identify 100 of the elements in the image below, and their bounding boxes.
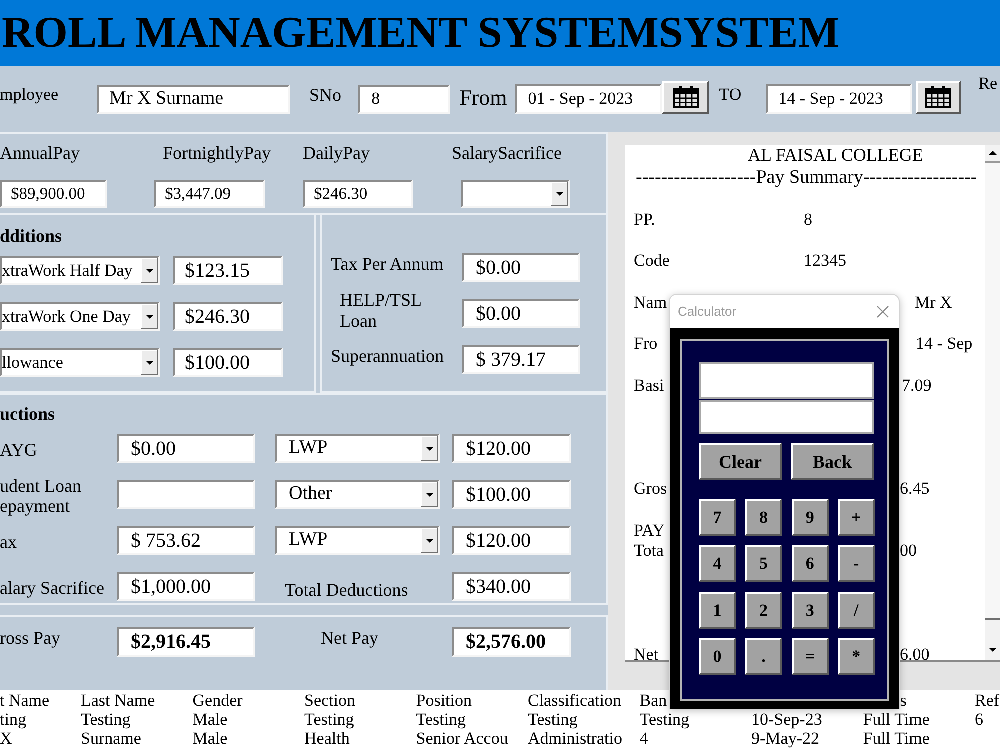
total-field[interactable]: $2,576.00 — [452, 627, 571, 657]
display-field[interactable] — [699, 400, 874, 434]
date-field[interactable]: 01 - Sep - 2023 — [515, 84, 662, 114]
summary-value: 00 — [900, 541, 917, 562]
table-cell: Full Time — [863, 729, 930, 748]
summary-label: PP. — [634, 210, 656, 230]
calendar-button[interactable] — [916, 80, 961, 114]
summary-label: Nam — [634, 292, 668, 312]
summary-label: Code — [634, 251, 670, 270]
dropdown-button[interactable] — [141, 258, 158, 283]
dropdown[interactable]: LWP — [275, 526, 440, 555]
table-cell: Testing — [528, 710, 578, 729]
calculator-key[interactable]: 0 — [699, 638, 736, 675]
calculator-key[interactable]: 1 — [699, 592, 736, 629]
calculator-key[interactable]: / — [838, 592, 875, 629]
dropdown[interactable]: xtraWork One Day — [0, 302, 160, 331]
summary-label: Fro — [634, 334, 658, 354]
section-title: uctions — [0, 404, 56, 424]
table-cell: Male — [192, 729, 228, 748]
caret-down-icon — [426, 446, 434, 450]
caret-down-icon — [146, 268, 154, 272]
amount-field[interactable]: $0.00 — [117, 434, 255, 463]
amount-field[interactable]: $100.00 — [452, 480, 571, 509]
summary-value: Mr X — [915, 292, 952, 314]
table-cell: 4 — [640, 729, 648, 748]
calendar-icon — [672, 86, 699, 108]
dropdown-button[interactable] — [421, 482, 438, 507]
amount-field[interactable]: $ 379.17 — [462, 345, 580, 374]
calculator-key[interactable]: 9 — [792, 499, 829, 536]
column-header: t Name — [0, 691, 50, 710]
field-label: alary Sacrifice — [0, 578, 104, 598]
calculator-key[interactable]: 6 — [792, 545, 829, 582]
summary-value: 6.45 — [900, 479, 930, 500]
text-field[interactable]: $3,447.09 — [154, 180, 265, 208]
amount-field[interactable]: $ 753.62 — [117, 526, 255, 555]
amount-field[interactable]: $123.15 — [173, 256, 283, 285]
calculator-key[interactable]: 5 — [745, 545, 782, 582]
calculator-key[interactable]: 7 — [699, 499, 736, 536]
dropdown[interactable]: xtraWork Half Day — [0, 256, 160, 285]
section-title: dditions — [0, 226, 62, 246]
caret-down-icon — [146, 360, 154, 364]
text-field[interactable]: Mr X Surname — [96, 84, 290, 114]
amount-field[interactable]: $120.00 — [452, 434, 571, 463]
amount-field[interactable]: $120.00 — [452, 526, 571, 555]
amount-field[interactable]: $100.00 — [173, 348, 283, 377]
calculator-action-button[interactable]: Clear — [699, 443, 782, 480]
field-label: TO — [719, 84, 742, 106]
caret-down-icon — [426, 492, 434, 496]
total-field[interactable]: $2,916.45 — [117, 627, 255, 657]
table-cell: Testing — [81, 710, 131, 729]
summary-label: Net — [634, 644, 659, 664]
calculator-key[interactable]: 3 — [792, 592, 829, 629]
dropdown[interactable]: llowance — [0, 348, 160, 377]
dropdown-button[interactable] — [421, 528, 438, 553]
field-label: ross Pay — [0, 626, 61, 650]
field-label: AYG — [0, 440, 38, 460]
calculator-key[interactable]: 2 — [745, 592, 782, 629]
calendar-button[interactable] — [662, 80, 710, 114]
column-header: Ref — [975, 691, 1000, 710]
field-label: Total Deductions — [285, 580, 408, 600]
table-cell: Testing — [416, 710, 466, 729]
calculator-key[interactable]: 8 — [745, 499, 782, 536]
summary-value: 12345 — [804, 251, 846, 272]
amount-field[interactable]: $1,000.00 — [117, 572, 255, 601]
field-label: Net Pay — [321, 626, 378, 650]
display-field[interactable] — [699, 362, 874, 399]
text-field[interactable]: 8 — [358, 84, 450, 114]
table-cell: 9-May-22 — [752, 729, 820, 748]
dropdown-button[interactable] — [551, 182, 568, 206]
calculator-key[interactable]: = — [792, 638, 829, 675]
text-field[interactable]: $89,900.00 — [0, 180, 107, 208]
calculator-action-button[interactable]: Back — [791, 443, 874, 480]
amount-field[interactable]: $0.00 — [462, 299, 580, 328]
column-header: Classification — [528, 691, 622, 710]
calculator-key[interactable]: . — [745, 638, 782, 675]
dropdown-button[interactable] — [141, 350, 158, 375]
amount-field[interactable]: $0.00 — [462, 253, 580, 282]
calculator-key[interactable]: + — [838, 499, 875, 536]
calculator-key[interactable]: - — [838, 545, 875, 582]
calculator-key[interactable]: * — [838, 638, 875, 675]
calculator-key[interactable]: 4 — [699, 545, 736, 582]
table-cell: Administratio — [528, 729, 622, 748]
caret-down-icon — [146, 314, 154, 318]
date-field[interactable]: 14 - Sep - 2023 — [766, 84, 912, 114]
text-field[interactable]: $246.30 — [303, 180, 413, 208]
table-cell: Health — [304, 729, 350, 748]
summary-label: Basi — [634, 376, 664, 395]
dropdown-button[interactable] — [141, 304, 158, 329]
dropdown-button[interactable] — [421, 436, 438, 461]
dropdown[interactable]: Other — [275, 480, 440, 509]
table-cell: Testing — [304, 710, 354, 729]
dropdown[interactable]: LWP — [275, 434, 440, 463]
amount-field[interactable]: $340.00 — [452, 572, 571, 601]
field-label: Tax Per Annum — [331, 254, 444, 275]
summary-label: Gros — [634, 479, 668, 498]
summary-subheading: -------------------Pay Summary------------------ — [636, 166, 978, 188]
amount-field[interactable] — [117, 480, 255, 509]
table-cell: ting — [0, 710, 26, 729]
amount-field[interactable]: $246.30 — [173, 302, 283, 331]
close-icon[interactable] — [877, 306, 889, 318]
